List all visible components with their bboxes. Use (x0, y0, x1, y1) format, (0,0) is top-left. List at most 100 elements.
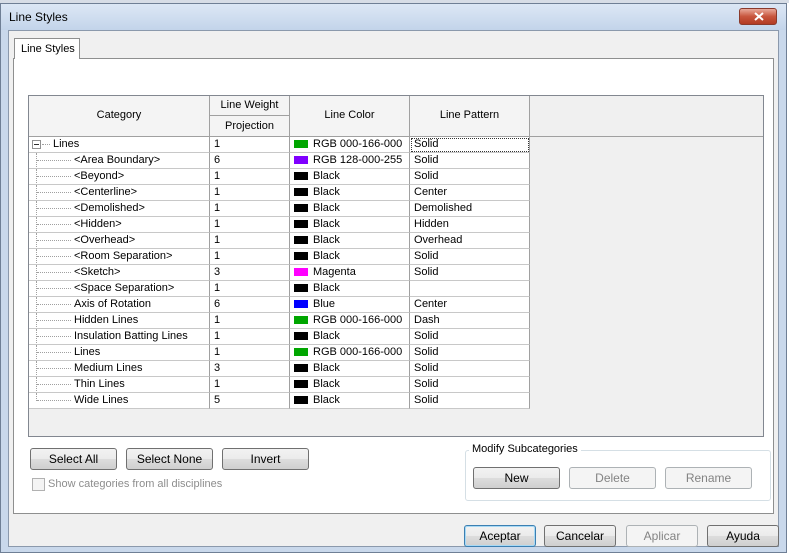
category-cell[interactable]: <Centerline> (29, 185, 210, 201)
invert-button[interactable]: Invert (222, 448, 309, 470)
line-weight-cell[interactable]: 3 (210, 265, 290, 281)
line-pattern-cell[interactable]: Solid (410, 377, 530, 393)
category-cell[interactable]: Lines (29, 137, 210, 153)
table-row[interactable]: <Room Separation> 1 Black Solid (29, 249, 530, 265)
new-subcategory-button[interactable]: New (473, 467, 560, 489)
category-cell[interactable]: <Space Separation> (29, 281, 210, 297)
line-color-cell[interactable]: Black (290, 329, 410, 345)
table-row[interactable]: Medium Lines 3 Black Solid (29, 361, 530, 377)
category-cell[interactable]: Thin Lines (29, 377, 210, 393)
line-weight-cell[interactable]: 1 (210, 329, 290, 345)
table-row[interactable]: <Space Separation> 1 Black (29, 281, 530, 297)
line-pattern-cell[interactable]: Hidden (410, 217, 530, 233)
table-row[interactable]: Lines 1 RGB 000-166-000 Solid (29, 345, 530, 361)
line-pattern-cell[interactable]: Solid (410, 361, 530, 377)
line-weight-cell[interactable]: 1 (210, 281, 290, 297)
line-color-cell[interactable]: Black (290, 361, 410, 377)
line-weight-cell[interactable]: 1 (210, 201, 290, 217)
line-pattern-cell[interactable]: Solid (410, 345, 530, 361)
line-weight-cell[interactable]: 1 (210, 169, 290, 185)
line-color-cell[interactable]: Magenta (290, 265, 410, 281)
line-color-cell[interactable]: Black (290, 185, 410, 201)
table-row[interactable]: Insulation Batting Lines 1 Black Solid (29, 329, 530, 345)
line-weight-cell[interactable]: 3 (210, 361, 290, 377)
line-color-cell[interactable]: RGB 000-166-000 (290, 345, 410, 361)
line-pattern-cell[interactable]: Solid (410, 137, 530, 153)
line-color-cell[interactable]: Black (290, 201, 410, 217)
line-color-cell[interactable]: Black (290, 217, 410, 233)
collapse-icon[interactable] (32, 140, 41, 149)
line-weight-cell[interactable]: 1 (210, 313, 290, 329)
line-weight-cell[interactable]: 5 (210, 393, 290, 409)
line-pattern-cell[interactable]: Solid (410, 249, 530, 265)
table-row[interactable]: Thin Lines 1 Black Solid (29, 377, 530, 393)
category-cell[interactable]: <Area Boundary> (29, 153, 210, 169)
category-cell[interactable]: Lines (29, 345, 210, 361)
line-color-cell[interactable]: RGB 000-166-000 (290, 137, 410, 153)
line-color-cell[interactable]: Black (290, 233, 410, 249)
ok-button[interactable]: Aceptar (464, 525, 536, 547)
table-row[interactable]: <Overhead> 1 Black Overhead (29, 233, 530, 249)
line-weight-cell[interactable]: 1 (210, 377, 290, 393)
table-row[interactable]: <Beyond> 1 Black Solid (29, 169, 530, 185)
delete-subcategory-button[interactable]: Delete (569, 467, 656, 489)
header-line-color[interactable]: Line Color (290, 96, 410, 137)
category-cell[interactable]: <Hidden> (29, 217, 210, 233)
line-color-cell[interactable]: Blue (290, 297, 410, 313)
line-weight-cell[interactable]: 1 (210, 185, 290, 201)
category-cell[interactable]: Medium Lines (29, 361, 210, 377)
table-row[interactable]: Hidden Lines 1 RGB 000-166-000 Dash (29, 313, 530, 329)
cancel-button[interactable]: Cancelar (544, 525, 616, 547)
rename-subcategory-button[interactable]: Rename (665, 467, 752, 489)
tab-line-styles[interactable]: Line Styles (14, 38, 80, 59)
line-pattern-cell[interactable]: Overhead (410, 233, 530, 249)
line-weight-cell[interactable]: 1 (210, 249, 290, 265)
line-color-cell[interactable]: Black (290, 249, 410, 265)
line-weight-cell[interactable]: 1 (210, 217, 290, 233)
table-row[interactable]: <Centerline> 1 Black Center (29, 185, 530, 201)
header-line-pattern[interactable]: Line Pattern (410, 96, 530, 137)
line-pattern-cell[interactable]: Solid (410, 153, 530, 169)
line-color-cell[interactable]: Black (290, 393, 410, 409)
line-color-cell[interactable]: RGB 000-166-000 (290, 313, 410, 329)
line-pattern-cell[interactable]: Dash (410, 313, 530, 329)
category-cell[interactable]: Axis of Rotation (29, 297, 210, 313)
table-row[interactable]: <Demolished> 1 Black Demolished (29, 201, 530, 217)
header-line-weight[interactable]: Line Weight (210, 96, 290, 116)
line-pattern-cell[interactable]: Solid (410, 329, 530, 345)
line-pattern-cell[interactable] (410, 281, 530, 297)
table-row[interactable]: <Area Boundary> 6 RGB 128-000-255 Solid (29, 153, 530, 169)
line-weight-cell[interactable]: 1 (210, 345, 290, 361)
line-pattern-cell[interactable]: Solid (410, 169, 530, 185)
select-none-button[interactable]: Select None (126, 448, 213, 470)
header-category[interactable]: Category (29, 96, 210, 137)
line-color-cell[interactable]: Black (290, 281, 410, 297)
line-weight-cell[interactable]: 1 (210, 137, 290, 153)
line-weight-cell[interactable]: 6 (210, 153, 290, 169)
line-pattern-cell[interactable]: Solid (410, 265, 530, 281)
category-cell[interactable]: <Overhead> (29, 233, 210, 249)
line-color-cell[interactable]: Black (290, 377, 410, 393)
line-pattern-cell[interactable]: Center (410, 185, 530, 201)
category-cell[interactable]: <Room Separation> (29, 249, 210, 265)
line-pattern-cell[interactable]: Demolished (410, 201, 530, 217)
table-row[interactable]: Wide Lines 5 Black Solid (29, 393, 530, 409)
category-cell[interactable]: <Sketch> (29, 265, 210, 281)
line-weight-cell[interactable]: 6 (210, 297, 290, 313)
category-cell[interactable]: Insulation Batting Lines (29, 329, 210, 345)
category-cell[interactable]: <Demolished> (29, 201, 210, 217)
category-cell[interactable]: <Beyond> (29, 169, 210, 185)
close-button[interactable] (739, 8, 777, 25)
header-projection[interactable]: Projection (210, 116, 290, 137)
table-row[interactable]: Lines 1 RGB 000-166-000 Solid (29, 137, 530, 153)
line-pattern-cell[interactable]: Solid (410, 393, 530, 409)
apply-button[interactable]: Aplicar (626, 525, 698, 547)
line-color-cell[interactable]: Black (290, 169, 410, 185)
table-row[interactable]: Axis of Rotation 6 Blue Center (29, 297, 530, 313)
show-all-disciplines-checkbox[interactable] (32, 478, 45, 491)
category-cell[interactable]: Hidden Lines (29, 313, 210, 329)
table-row[interactable]: <Hidden> 1 Black Hidden (29, 217, 530, 233)
line-pattern-cell[interactable]: Center (410, 297, 530, 313)
table-row[interactable]: <Sketch> 3 Magenta Solid (29, 265, 530, 281)
line-color-cell[interactable]: RGB 128-000-255 (290, 153, 410, 169)
